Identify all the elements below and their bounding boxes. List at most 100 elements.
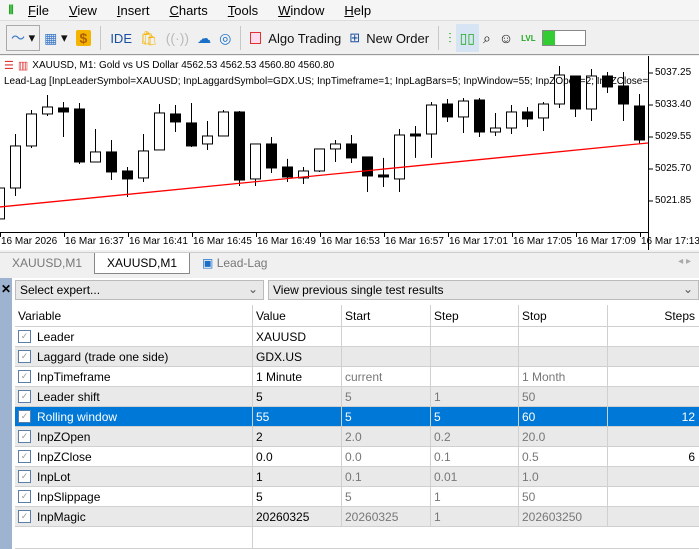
variable-name: Rolling window: [37, 409, 118, 424]
tab-chart-2[interactable]: XAUUSD,M1: [94, 253, 191, 274]
checkbox[interactable]: ✓: [18, 390, 31, 403]
level-icon: LVL: [521, 33, 536, 43]
table-row[interactable]: ✓ InpZClose 0.0 0.0 0.1 0.5 6: [15, 447, 699, 467]
menu-insert[interactable]: Insert: [117, 3, 150, 18]
value-cell[interactable]: 5: [253, 387, 342, 406]
steps-cell: [608, 327, 699, 346]
bear-candle: [410, 133, 421, 137]
start-cell: 20260325: [342, 507, 431, 526]
column-header[interactable]: Value: [253, 305, 342, 326]
time-label: 16 Mar 17:05: [513, 236, 572, 247]
menu-help[interactable]: Help: [344, 3, 371, 18]
bear-candle: [186, 122, 197, 147]
table-row[interactable]: ✓ InpZOpen 2 2.0 0.2 20.0: [15, 427, 699, 447]
checkbox[interactable]: ✓: [18, 370, 31, 383]
new-order-button[interactable]: ⊞ New Order: [345, 24, 433, 52]
start-cell: 0.1: [342, 467, 431, 486]
checkbox[interactable]: ✓: [18, 510, 31, 523]
signals-button[interactable]: ((·)): [162, 24, 193, 52]
indicators-dropdown[interactable]: ▦ ▾: [40, 24, 71, 52]
start-cell: 5: [342, 387, 431, 406]
close-icon[interactable]: ✕: [1, 282, 11, 296]
tab-chart-1[interactable]: XAUUSD,M1: [0, 253, 94, 274]
separator: [438, 26, 440, 50]
value-cell[interactable]: 1: [253, 467, 342, 486]
menu-window[interactable]: Window: [278, 3, 324, 18]
ide-button[interactable]: IDE: [106, 24, 136, 52]
chevron-down-icon: ⌄: [682, 282, 693, 296]
checkbox[interactable]: ✓: [18, 350, 31, 363]
stop-cell: 20.0: [519, 427, 608, 446]
fingerprint-button[interactable]: ◎: [215, 24, 235, 52]
value-cell[interactable]: 55: [253, 407, 342, 426]
table-row[interactable]: ✓ Rolling window 55 5 5 60 12: [15, 407, 699, 427]
checkbox[interactable]: ✓: [18, 450, 31, 463]
bull-candle: [202, 135, 213, 145]
checkbox[interactable]: ✓: [18, 330, 31, 343]
variable-name: InpZClose: [37, 449, 92, 464]
start-cell: [342, 347, 431, 366]
menu-tools[interactable]: Tools: [228, 3, 258, 18]
value-cell[interactable]: 0.0: [253, 447, 342, 466]
value-cell[interactable]: GDX.US: [253, 347, 342, 366]
bar-chart-button[interactable]: ⫶: [444, 24, 456, 52]
price-chart[interactable]: ☰ ▥ XAUUSD, M1: Gold vs US Dollar 4562.5…: [0, 56, 699, 250]
table-row[interactable]: ✓ InpTimeframe 1 Minute current 1 Month: [15, 367, 699, 387]
shop-button[interactable]: 🛍: [136, 24, 162, 52]
bull-candle: [506, 111, 517, 129]
column-header[interactable]: Steps: [608, 305, 699, 326]
market-button[interactable]: $: [72, 24, 96, 52]
start-cell: 2.0: [342, 427, 431, 446]
results-select[interactable]: View previous single test results ⌄: [268, 280, 699, 300]
value-cell[interactable]: 1 Minute: [253, 367, 342, 386]
variable-name: InpLot: [37, 469, 71, 484]
line-chart-dropdown[interactable]: 〜 ▾: [6, 25, 41, 51]
menu-file[interactable]: File: [28, 3, 49, 18]
value-cell[interactable]: XAUUSD: [253, 327, 342, 346]
checkbox[interactable]: ✓: [18, 490, 31, 503]
start-cell: 0.0: [342, 447, 431, 466]
bear-candle: [74, 108, 85, 163]
table-row[interactable]: ✓ Leader XAUUSD: [15, 327, 699, 347]
checkbox[interactable]: ✓: [18, 430, 31, 443]
table-row[interactable]: ✓ Leader shift 5 5 1 50: [15, 387, 699, 407]
checkbox[interactable]: ✓: [18, 410, 31, 423]
value-cell[interactable]: 2: [253, 427, 342, 446]
column-header[interactable]: Start: [342, 305, 431, 326]
table-row[interactable]: ✓ InpMagic 20260325 20260325 1 202603250: [15, 507, 699, 527]
steps-cell: [608, 507, 699, 526]
price-label: 5037.25: [655, 67, 692, 78]
inputs-table: Variable Value Start Step Stop Steps ✓ Leader XA…: [15, 305, 699, 549]
variable-cell: ✓ InpZClose: [15, 447, 253, 466]
steps-cell: [608, 427, 699, 446]
algo-trading-label: Algo Trading: [268, 30, 342, 46]
table-row[interactable]: ✓ Laggard (trade one side) GDX.US: [15, 347, 699, 367]
menu-view[interactable]: View: [69, 3, 97, 18]
column-header[interactable]: Step: [431, 305, 519, 326]
level-button[interactable]: LVL: [517, 24, 540, 52]
search-button[interactable]: ⌕: [479, 24, 495, 52]
time-label: 16 Mar 16:53: [321, 236, 380, 247]
value-cell[interactable]: 5: [253, 487, 342, 506]
column-header[interactable]: Stop: [519, 305, 608, 326]
column-header[interactable]: Variable: [15, 305, 253, 326]
ea-icon: ▥: [17, 60, 29, 72]
tab-lead-lag[interactable]: ▣ Lead-Lag: [190, 253, 279, 274]
start-cell: 5: [342, 407, 431, 426]
toolbar: 〜 ▾ ▦ ▾ $ IDE 🛍 ((·)) ☁ ◎ Algo Trading ⊞…: [0, 22, 699, 55]
variable-cell: ✓ Laggard (trade one side): [15, 347, 253, 366]
checkbox[interactable]: ✓: [18, 470, 31, 483]
algo-trading-button[interactable]: Algo Trading: [246, 24, 345, 52]
signal-icon: ((·)): [165, 30, 190, 46]
table-row[interactable]: ✓ InpSlippage 5 5 1 50: [15, 487, 699, 507]
menu-charts[interactable]: Charts: [169, 3, 207, 18]
variable-name: Laggard (trade one side): [37, 349, 169, 364]
table-row[interactable]: ✓ InpLot 1 0.1 0.01 1.0: [15, 467, 699, 487]
expert-select[interactable]: Select expert... ⌄: [15, 280, 264, 300]
tab-scroll-arrows[interactable]: ◂ ▸: [670, 253, 699, 274]
value-cell[interactable]: 20260325: [253, 507, 342, 526]
account-button[interactable]: ☺: [495, 24, 517, 52]
candlestick-button[interactable]: ▯▯: [455, 24, 479, 52]
expert-params-line: Lead-Lag [InpLeaderSymbol=XAUUSD; InpLag…: [4, 76, 648, 87]
vps-button[interactable]: ☁: [193, 24, 215, 52]
